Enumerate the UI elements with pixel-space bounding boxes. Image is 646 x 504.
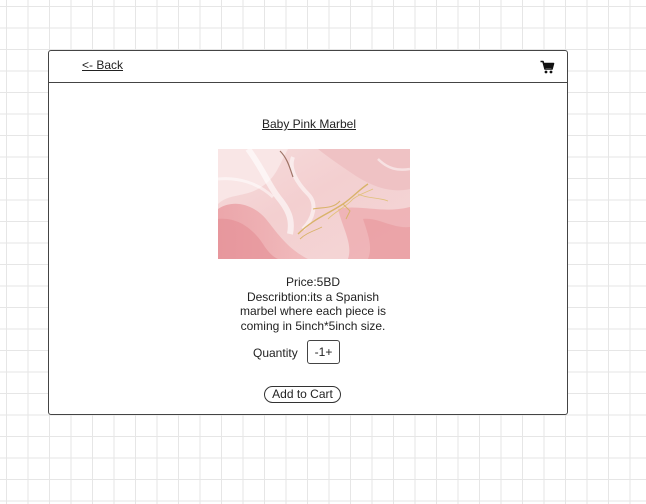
add-to-cart-button[interactable]: Add to Cart [264,386,341,403]
description-line-2: marbel where each piece is [239,304,387,318]
quantity-stepper[interactable]: -1+ [307,340,340,364]
back-link[interactable]: <- Back [82,58,123,72]
quantity-label: Quantity [253,346,298,360]
product-price: Price:5BD [285,275,341,289]
product-info: Price:5BD Describtion:its a Spanish marb… [213,275,413,333]
product-window: <- Back Baby Pink Marbel Price:5BD Descr… [48,50,568,415]
cart-button[interactable] [539,59,555,75]
product-image [218,149,410,259]
cart-icon [540,60,555,74]
description-line-3: coming in 5inch*5inch size. [240,318,386,333]
product-title[interactable]: Baby Pink Marbel [50,117,568,131]
marble-image [218,149,410,259]
header-bar: <- Back [49,51,567,83]
description-line-1: Describtion:its a Spanish [246,289,380,304]
